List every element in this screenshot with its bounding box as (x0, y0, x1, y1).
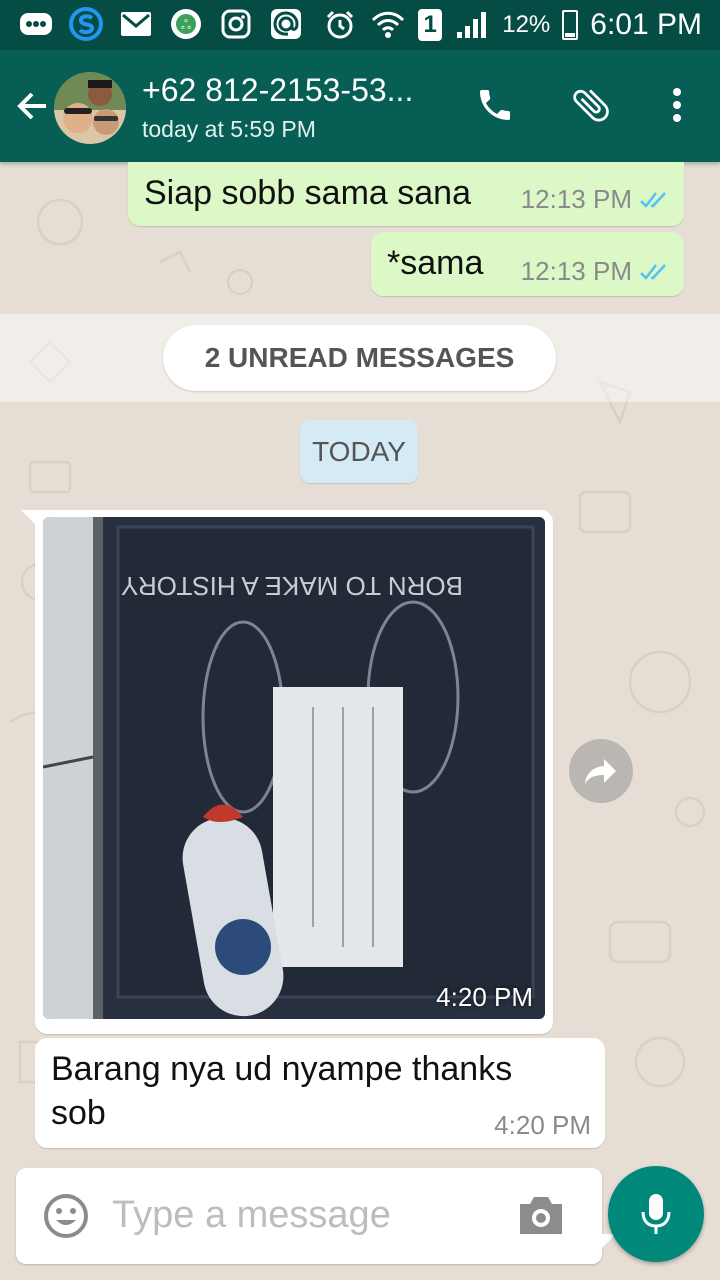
attach-button[interactable] (566, 80, 616, 130)
emoji-button[interactable] (42, 1192, 90, 1240)
double-check-icon (640, 263, 666, 280)
chat-area[interactable]: Siap sobb sama sana 12:13 PM *sama 12:13… (0, 162, 720, 1162)
signal-icon (454, 7, 490, 43)
message-time: 4:20 PM (436, 982, 533, 1012)
unread-messages-banner: 2 UNREAD MESSAGES (163, 325, 556, 391)
last-seen: today at 5:59 PM (142, 116, 316, 142)
paperclip-icon (573, 89, 609, 122)
microphone-icon (641, 1194, 671, 1234)
message-time: 4:20 PM (494, 1110, 591, 1140)
message-composer: Type a message (16, 1168, 616, 1264)
sim-label: 1 (423, 11, 437, 38)
forward-button[interactable] (569, 739, 633, 803)
incoming-message[interactable]: Barang nya ud nyampe thanks sob 4:20 PM (35, 1038, 605, 1148)
voice-record-button[interactable] (608, 1166, 704, 1262)
message-time: 12:13 PM (520, 184, 632, 214)
status-bar: ஃ 1 12% 6:01 PM (0, 0, 720, 50)
gmail-icon (118, 6, 154, 42)
chat-dots-icon (18, 6, 54, 42)
camera-button[interactable] (516, 1192, 566, 1238)
forward-arrow-icon (585, 759, 616, 784)
battery-icon (562, 10, 579, 40)
contact-name[interactable]: +62 812-2153-53... (142, 72, 413, 109)
back-arrow-icon[interactable] (12, 86, 52, 126)
s-app-icon (68, 6, 104, 42)
more-options-button[interactable] (652, 80, 702, 130)
message-input[interactable]: Type a message (112, 1194, 391, 1237)
kebab-menu-icon (673, 88, 681, 122)
sim-indicator: 1 (418, 9, 443, 41)
photo-thumbnail[interactable]: BORN TO MAKE A HISTORY 4:20 PM (43, 517, 545, 1019)
avatar[interactable] (54, 72, 126, 144)
wifi-icon (370, 7, 406, 43)
outgoing-message[interactable]: Siap sobb sama sana 12:13 PM (128, 162, 684, 226)
message-time: 12:13 PM (520, 256, 632, 286)
date-chip: TODAY (300, 420, 418, 483)
instagram-icon (218, 6, 254, 42)
camera-icon (520, 1197, 562, 1234)
battery-percent: 12% (502, 11, 551, 38)
bubble-tail (21, 510, 37, 526)
message-text: *sama (387, 244, 484, 282)
double-check-icon (640, 191, 666, 208)
clock: 6:01 PM (590, 8, 702, 41)
photo-printed-text: BORN TO MAKE A HISTORY (121, 571, 463, 601)
app-icon: ஃ (168, 6, 204, 42)
at-icon (268, 6, 304, 42)
message-text-line2: sob (51, 1094, 106, 1132)
alarm-icon (322, 7, 358, 43)
message-text-line1: Barang nya ud nyampe thanks (51, 1050, 513, 1088)
photo-image: BORN TO MAKE A HISTORY (43, 517, 545, 1019)
smiley-icon (44, 1194, 88, 1238)
outgoing-message[interactable]: *sama 12:13 PM (371, 232, 684, 296)
chat-header: +62 812-2153-53... today at 5:59 PM (0, 50, 720, 162)
phone-icon (480, 90, 510, 120)
call-button[interactable] (470, 80, 520, 130)
svg-text:ஃ: ஃ (181, 18, 191, 33)
message-text: Siap sobb sama sana (144, 174, 471, 212)
